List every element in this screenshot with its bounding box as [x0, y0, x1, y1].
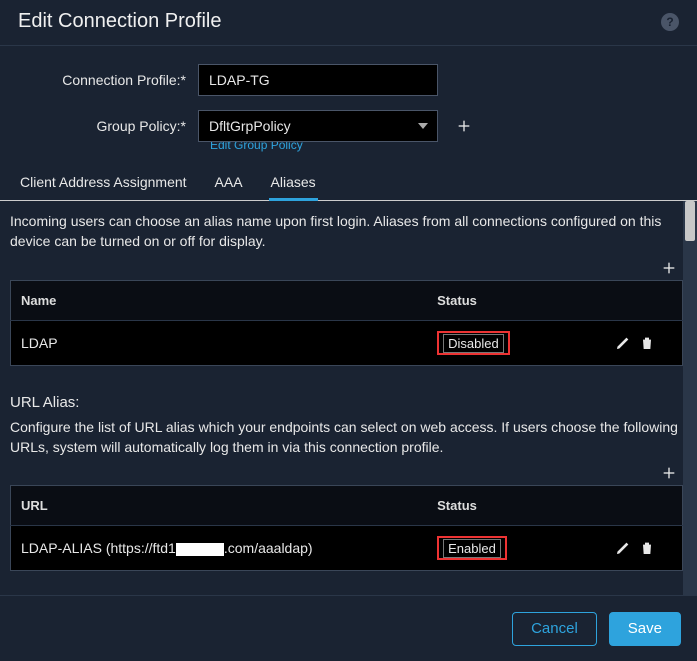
dialog-footer: Cancel Save: [0, 595, 697, 661]
dialog-title: Edit Connection Profile: [18, 10, 221, 33]
status-badge: Disabled: [437, 331, 510, 355]
aliases-name-header: Name: [11, 280, 428, 320]
url-alias-status-header: Status: [427, 486, 588, 526]
tabs: Client Address Assignment AAA Aliases: [0, 160, 697, 201]
add-alias-button[interactable]: [657, 256, 681, 280]
group-policy-label: Group Policy:: [18, 118, 198, 134]
aliases-status-header: Status: [427, 280, 588, 320]
status-badge: Enabled: [437, 536, 507, 560]
group-policy-select[interactable]: DfltGrpPolicy: [198, 110, 438, 142]
aliases-actions-header: [588, 280, 682, 320]
alias-name-cell: LDAP: [11, 320, 428, 365]
aliases-description: Incoming users can choose an alias name …: [10, 211, 683, 252]
delete-alias-button[interactable]: [638, 334, 656, 352]
url-alias-status-cell: Enabled: [427, 526, 588, 571]
save-button[interactable]: Save: [609, 612, 681, 646]
trash-icon: [639, 335, 655, 351]
add-url-alias-button[interactable]: [657, 461, 681, 485]
tab-client-address-assignment[interactable]: Client Address Assignment: [18, 166, 189, 200]
dialog-header: Edit Connection Profile ?: [0, 0, 697, 46]
url-alias-heading: URL Alias:: [10, 394, 683, 411]
edit-connection-profile-dialog: Edit Connection Profile ? Connection Pro…: [0, 0, 697, 661]
url-alias-url-cell: LDAP-ALIAS (https://ftd1.com/aaaldap): [11, 526, 428, 571]
edit-alias-button[interactable]: [614, 334, 632, 352]
group-policy-value: DfltGrpPolicy: [209, 118, 291, 134]
connection-profile-input[interactable]: [198, 64, 438, 96]
url-alias-actions-header: [588, 486, 682, 526]
plus-icon: [456, 118, 472, 134]
url-alias-description: Configure the list of URL alias which yo…: [10, 417, 683, 458]
tab-aaa[interactable]: AAA: [213, 166, 245, 200]
aliases-table: Name Status LDAP Disabled: [10, 280, 683, 366]
url-alias-table: URL Status LDAP-ALIAS (https://ftd1.com/…: [10, 485, 683, 571]
alias-status-cell: Disabled: [427, 320, 588, 365]
plus-icon: [661, 465, 677, 481]
cancel-button[interactable]: Cancel: [512, 612, 597, 646]
pencil-icon: [615, 540, 631, 556]
tab-aliases[interactable]: Aliases: [269, 166, 318, 200]
help-icon[interactable]: ?: [661, 13, 679, 31]
url-alias-url-header: URL: [11, 486, 428, 526]
form-area: Connection Profile: Group Policy: DfltGr…: [0, 46, 697, 160]
connection-profile-row: Connection Profile:: [18, 64, 679, 96]
aliases-panel: Incoming users can choose an alias name …: [0, 201, 697, 596]
delete-url-alias-button[interactable]: [638, 539, 656, 557]
redacted-segment: [176, 543, 224, 556]
scrollbar-thumb[interactable]: [685, 201, 695, 241]
table-row: LDAP Disabled: [11, 320, 683, 365]
vertical-scrollbar[interactable]: [683, 201, 697, 596]
pencil-icon: [615, 335, 631, 351]
table-row: LDAP-ALIAS (https://ftd1.com/aaaldap) En…: [11, 526, 683, 571]
edit-url-alias-button[interactable]: [614, 539, 632, 557]
connection-profile-label: Connection Profile:: [18, 72, 198, 88]
add-group-policy-button[interactable]: [452, 114, 476, 138]
trash-icon: [639, 540, 655, 556]
chevron-down-icon: [418, 123, 428, 129]
plus-icon: [661, 260, 677, 276]
